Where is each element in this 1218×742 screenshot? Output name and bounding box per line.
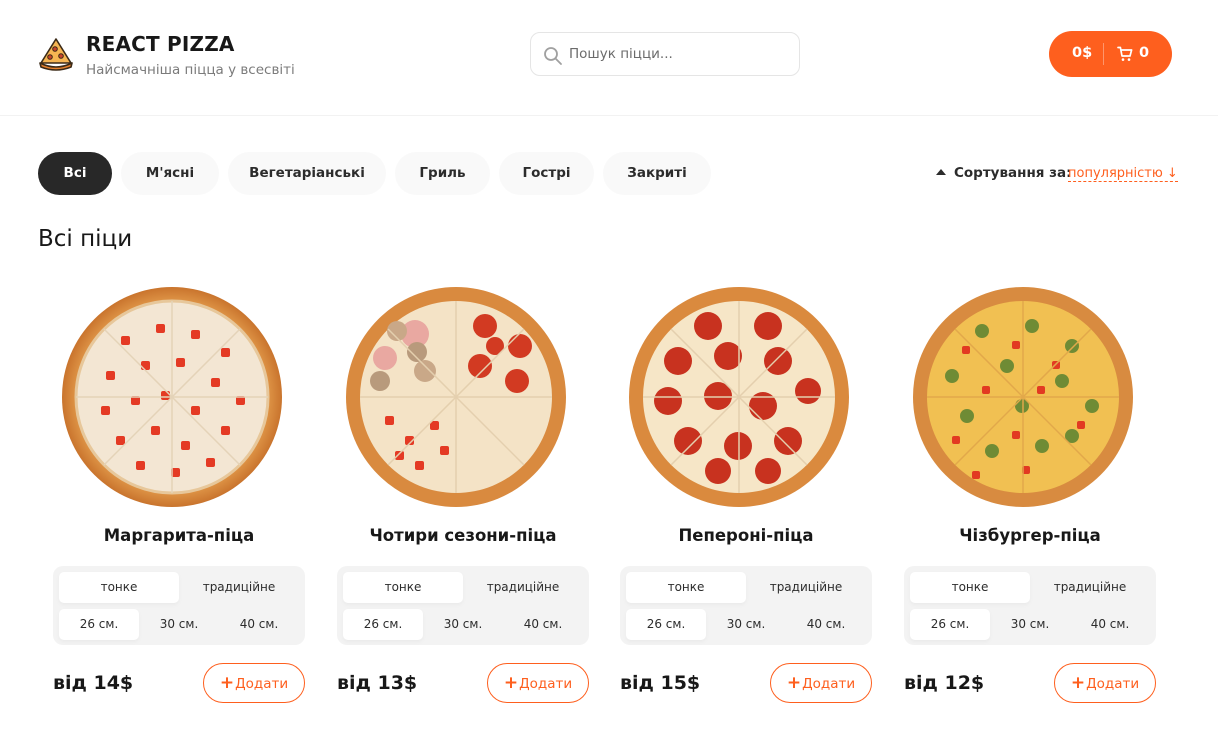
pizza-price: від 13$ bbox=[337, 672, 418, 694]
pizza-card: Маргарита-піца тонке традиційне 26 см. 3… bbox=[53, 286, 305, 716]
search-icon bbox=[544, 47, 562, 65]
dough-traditional-option[interactable]: традиційне bbox=[746, 572, 866, 603]
pizza-price: від 14$ bbox=[53, 672, 134, 694]
pizza-title: Чізбургер-піца bbox=[959, 526, 1101, 545]
category-all[interactable]: Всі bbox=[38, 152, 112, 195]
size-30-option[interactable]: 30 см. bbox=[706, 609, 786, 640]
header: REACT PIZZA Найсмачніша піцца у всесвіті… bbox=[0, 0, 1218, 116]
search-input[interactable] bbox=[569, 41, 789, 67]
size-30-option[interactable]: 30 см. bbox=[990, 609, 1070, 640]
add-button[interactable]: +Додати bbox=[1054, 663, 1156, 703]
plus-icon: + bbox=[1070, 673, 1086, 693]
pizza-title: Пепероні-піца bbox=[678, 526, 814, 545]
pizza-price: від 15$ bbox=[620, 672, 701, 694]
dough-thin-option[interactable]: тонке bbox=[59, 572, 179, 603]
pizza-options: тонке традиційне 26 см. 30 см. 40 см. bbox=[904, 566, 1156, 645]
size-40-option[interactable]: 40 см. bbox=[503, 609, 583, 640]
category-closed[interactable]: Закриті bbox=[603, 152, 711, 195]
pizza-options: тонке традиційне 26 см. 30 см. 40 см. bbox=[337, 566, 589, 645]
pizza-image-pepperoni bbox=[629, 287, 849, 507]
dough-traditional-option[interactable]: традиційне bbox=[179, 572, 299, 603]
add-button-label: Додати bbox=[235, 676, 289, 692]
category-spicy[interactable]: Гострі bbox=[499, 152, 594, 195]
pizza-slice-icon[interactable] bbox=[38, 36, 74, 72]
size-26-option[interactable]: 26 см. bbox=[59, 609, 139, 640]
dough-traditional-option[interactable]: традиційне bbox=[463, 572, 583, 603]
size-40-option[interactable]: 40 см. bbox=[786, 609, 866, 640]
brand-subtitle: Найсмачніша піцца у всесвіті bbox=[86, 62, 295, 78]
pizza-card: Пепероні-піца тонке традиційне 26 см. 30… bbox=[620, 286, 872, 716]
dough-thin-option[interactable]: тонке bbox=[343, 572, 463, 603]
add-button-label: Додати bbox=[802, 676, 856, 692]
section-title: Всі піци bbox=[38, 226, 133, 252]
add-button-label: Додати bbox=[519, 676, 573, 692]
size-30-option[interactable]: 30 см. bbox=[423, 609, 503, 640]
plus-icon: + bbox=[219, 673, 235, 693]
pizza-image-cheeseburger bbox=[913, 287, 1133, 507]
cart-icon bbox=[1117, 46, 1133, 61]
dough-thin-option[interactable]: тонке bbox=[626, 572, 746, 603]
category-grill[interactable]: Гриль bbox=[395, 152, 490, 195]
add-button[interactable]: +Додати bbox=[487, 663, 589, 703]
cart-count: 0 bbox=[1139, 45, 1150, 61]
size-26-option[interactable]: 26 см. bbox=[910, 609, 990, 640]
dough-traditional-option[interactable]: традиційне bbox=[1030, 572, 1150, 603]
size-26-option[interactable]: 26 см. bbox=[343, 609, 423, 640]
pizza-title: Маргарита-піца bbox=[103, 526, 255, 545]
pizza-options: тонке традиційне 26 см. 30 см. 40 см. bbox=[620, 566, 872, 645]
cart-divider bbox=[1103, 43, 1104, 65]
pizza-price: від 12$ bbox=[904, 672, 985, 694]
sort-label: Сортування за: bbox=[954, 165, 1072, 181]
cart-price: 0$ bbox=[1072, 45, 1093, 61]
pizza-card: Чотири сезони-піца тонке традиційне 26 с… bbox=[337, 286, 589, 716]
size-40-option[interactable]: 40 см. bbox=[219, 609, 299, 640]
pizza-title: Чотири сезони-піца bbox=[369, 526, 557, 545]
add-button-label: Додати bbox=[1086, 676, 1140, 692]
pizza-card: Чізбургер-піца тонке традиційне 26 см. 3… bbox=[904, 286, 1156, 716]
plus-icon: + bbox=[786, 673, 802, 693]
brand-title: REACT PIZZA bbox=[86, 32, 235, 56]
sort-value[interactable]: популярністю ↓ bbox=[1068, 166, 1178, 182]
pizza-options: тонке традиційне 26 см. 30 см. 40 см. bbox=[53, 566, 305, 645]
add-button[interactable]: +Додати bbox=[203, 663, 305, 703]
size-40-option[interactable]: 40 см. bbox=[1070, 609, 1150, 640]
category-vegetarian[interactable]: Вегетаріанські bbox=[228, 152, 386, 195]
pizza-image-margherita bbox=[62, 287, 282, 507]
dough-thin-option[interactable]: тонке bbox=[910, 572, 1030, 603]
size-26-option[interactable]: 26 см. bbox=[626, 609, 706, 640]
plus-icon: + bbox=[503, 673, 519, 693]
category-meat[interactable]: М'ясні bbox=[121, 152, 219, 195]
cart-button[interactable]: 0$ 0 bbox=[1049, 31, 1172, 77]
search-box bbox=[530, 32, 800, 76]
pizza-image-four-seasons bbox=[346, 287, 566, 507]
triangle-up-icon bbox=[936, 169, 946, 175]
add-button[interactable]: +Додати bbox=[770, 663, 872, 703]
size-30-option[interactable]: 30 см. bbox=[139, 609, 219, 640]
